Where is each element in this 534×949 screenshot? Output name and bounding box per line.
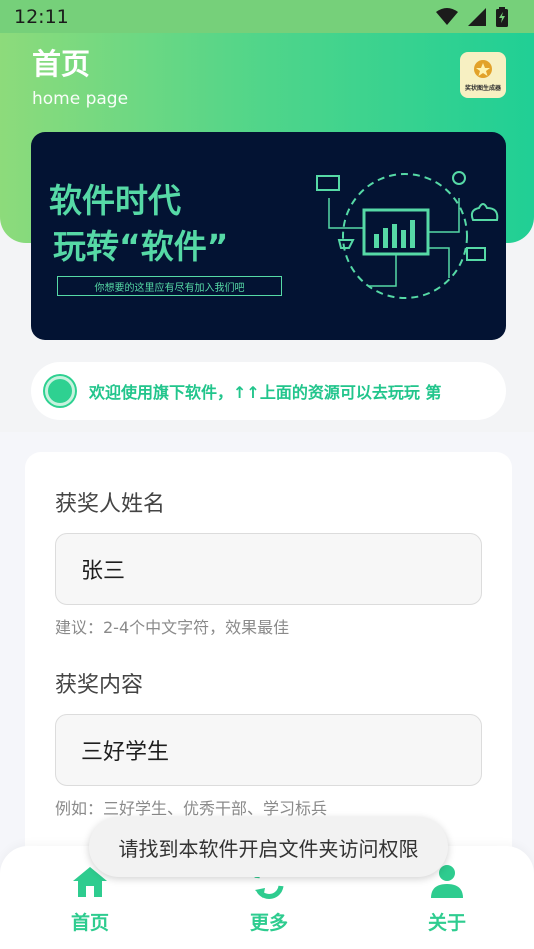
page-header: 首页 home page <box>32 46 128 110</box>
status-time: 12:11 <box>14 5 69 28</box>
content-hint: 例如：三好学生、优秀干部、学习标兵 <box>55 799 328 818</box>
notice-bar[interactable]: 欢迎使用旗下软件，↑↑上面的资源可以去玩玩 第 <box>31 362 506 420</box>
name-label: 获奖人姓名 <box>55 492 166 517</box>
content-input[interactable] <box>55 714 482 786</box>
nav-label-about: 关于 <box>427 912 466 934</box>
page-title: 首页 <box>32 47 91 81</box>
banner-headline: 软件时代 <box>49 181 181 220</box>
nav-label-home: 首页 <box>70 912 109 934</box>
banner-subheadline: 玩转“软件” <box>53 227 229 266</box>
tech-illustration-icon <box>316 171 499 299</box>
wifi-icon <box>436 7 458 25</box>
nav-label-more: 更多 <box>249 912 288 934</box>
name-hint: 建议：2-4个中文字符，效果最佳 <box>55 618 290 637</box>
banner-tagline: 你想要的这里应有尽有加入我们吧 <box>57 276 282 296</box>
status-icons <box>436 6 508 27</box>
status-bar: 12:11 <box>0 0 534 33</box>
toast-message: 请找到本软件开启文件夹访问权限 <box>89 817 448 877</box>
notice-text: 欢迎使用旗下软件，↑↑上面的资源可以去玩玩 第 <box>89 383 442 402</box>
app-logo[interactable]: 奖状图生成器 <box>460 52 506 98</box>
battery-icon <box>496 6 508 27</box>
trophy-icon <box>474 59 492 78</box>
name-input[interactable] <box>55 533 482 605</box>
logo-caption: 奖状图生成器 <box>464 84 501 92</box>
signal-icon <box>468 7 486 26</box>
promo-banner[interactable]: 软件时代 玩转“软件” 你想要的这里应有尽有加入我们吧 <box>31 132 506 340</box>
page-subtitle: home page <box>32 89 129 109</box>
notice-indicator-icon <box>45 376 75 406</box>
content-label: 获奖内容 <box>55 673 144 698</box>
